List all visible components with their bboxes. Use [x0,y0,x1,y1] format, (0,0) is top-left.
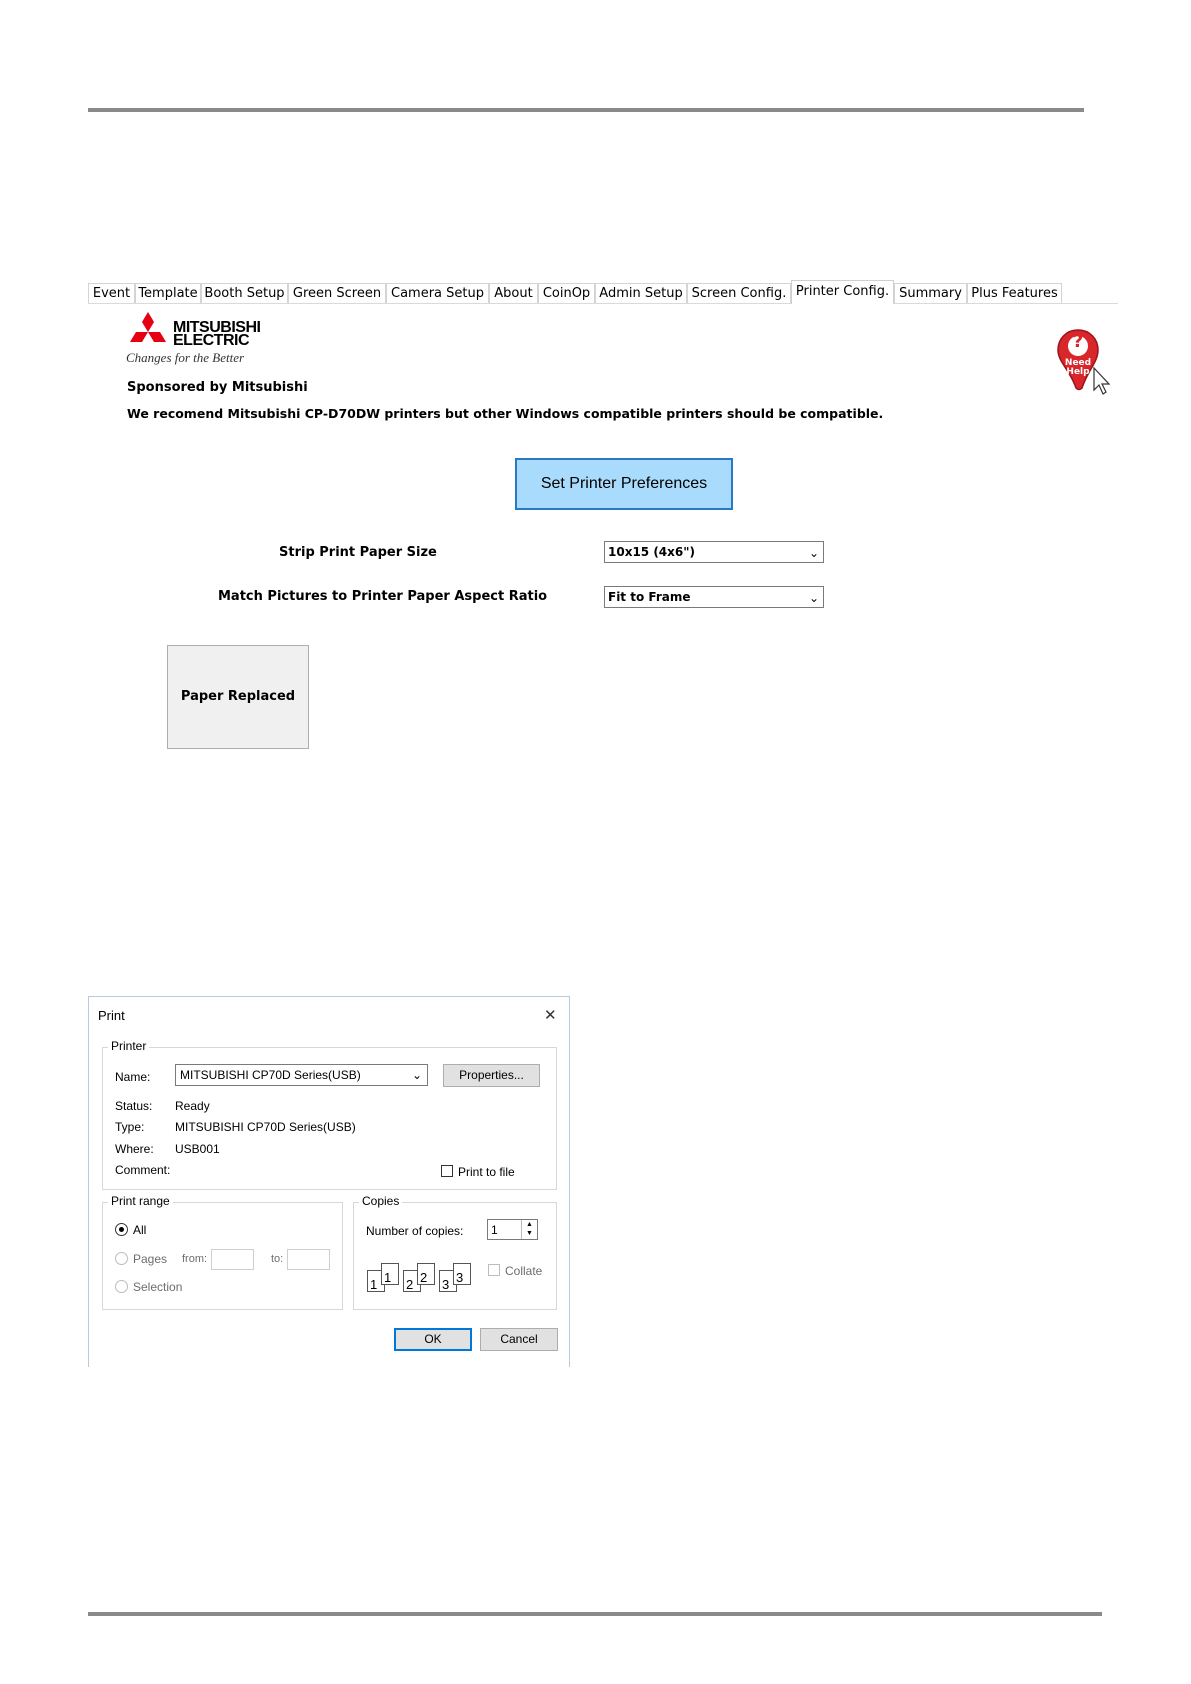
logo-tagline: Changes for the Better [126,350,245,365]
from-label: from: [182,1253,208,1265]
type-label: Type: [115,1120,145,1134]
radio-selection[interactable] [115,1280,128,1293]
print-to-file-label: Print to file [458,1165,515,1179]
logo-word-electric: ELECTRIC [173,332,250,349]
tab-plus-features[interactable]: Plus Features [967,283,1062,303]
chevron-down-icon: ⌄ [411,1068,422,1082]
paper-replaced-button[interactable]: Paper Replaced [167,645,309,749]
name-label: Name: [115,1070,151,1084]
tab-printer-config[interactable]: Printer Config. [791,280,894,304]
cancel-button[interactable]: Cancel [480,1328,558,1351]
to-input[interactable] [287,1249,330,1270]
tab-event[interactable]: Event [88,283,135,303]
recommend-text: We recomend Mitsubishi CP-D70DW printers… [127,406,884,421]
properties-button[interactable]: Properties... [443,1064,540,1087]
radio-selection-label: Selection [133,1280,183,1294]
where-label: Where: [115,1142,154,1156]
three-diamonds-icon [130,312,166,342]
aspect-ratio-value: Fit to Frame [608,590,691,604]
print-range-title: Print range [108,1194,173,1208]
chevron-down-icon: ⌄ [808,591,819,605]
set-printer-preferences-button[interactable]: Set Printer Preferences [515,458,733,510]
tab-bar: Event Template Booth Setup Green Screen … [88,280,1118,304]
strip-size-label: Strip Print Paper Size [279,545,437,560]
copies-label: Number of copies: [366,1224,464,1238]
comment-label: Comment: [115,1163,171,1177]
copies-value: 1 [491,1223,498,1237]
need-help-button[interactable]: ? Need Help [1054,328,1114,398]
tab-coinop[interactable]: CoinOp [538,283,595,303]
tab-about[interactable]: About [489,283,538,303]
ok-button[interactable]: OK [394,1328,472,1351]
copies-stepper[interactable]: 1 ▲ ▼ [487,1219,538,1240]
print-to-file-checkbox[interactable] [441,1165,453,1177]
radio-pages-label: Pages [133,1252,168,1266]
footer-rule [88,1612,1102,1616]
from-input[interactable] [211,1249,254,1270]
collate-label: Collate [505,1264,543,1278]
help-label-help: Help [1066,367,1090,377]
tab-screen-config[interactable]: Screen Config. [687,283,791,303]
printer-name-value: MITSUBISHI CP70D Series(USB) [180,1068,361,1082]
to-label: to: [271,1253,284,1265]
spin-arrows-icon[interactable]: ▲ ▼ [521,1220,537,1239]
tab-camera-setup[interactable]: Camera Setup [386,283,489,303]
radio-all-label: All [133,1223,147,1237]
type-value: MITSUBISHI CP70D Series(USB) [175,1120,356,1134]
help-question-mark: ? [1072,331,1084,352]
tab-admin-setup[interactable]: Admin Setup [595,283,687,303]
tab-booth-setup[interactable]: Booth Setup [201,283,288,303]
radio-pages[interactable] [115,1252,128,1265]
copies-title: Copies [359,1194,403,1208]
aspect-ratio-label: Match Pictures to Printer Paper Aspect R… [218,589,548,604]
tab-green-screen[interactable]: Green Screen [288,283,386,303]
chevron-down-icon: ⌄ [808,546,819,560]
collate-checkbox[interactable] [488,1264,500,1276]
printer-group-title: Printer [108,1039,150,1053]
print-dialog: Print ✕ Printer Name: MITSUBISHI CP70D S… [88,996,570,1367]
status-value: Ready [175,1099,210,1113]
strip-size-value: 10x15 (4x6") [608,545,695,559]
status-label: Status: [115,1099,153,1113]
where-value: USB001 [175,1142,220,1156]
dialog-title: Print [98,1008,125,1023]
aspect-ratio-select[interactable]: Fit to Frame ⌄ [604,586,824,608]
sponsor-text: Sponsored by Mitsubishi [127,380,308,395]
close-icon[interactable]: ✕ [544,1006,557,1024]
tab-template[interactable]: Template [135,283,201,303]
strip-size-select[interactable]: 10x15 (4x6") ⌄ [604,541,824,563]
header-rule [88,108,1084,112]
tab-summary[interactable]: Summary [894,283,967,303]
printer-name-select[interactable]: MITSUBISHI CP70D Series(USB) ⌄ [175,1064,428,1086]
radio-all[interactable] [115,1223,128,1236]
